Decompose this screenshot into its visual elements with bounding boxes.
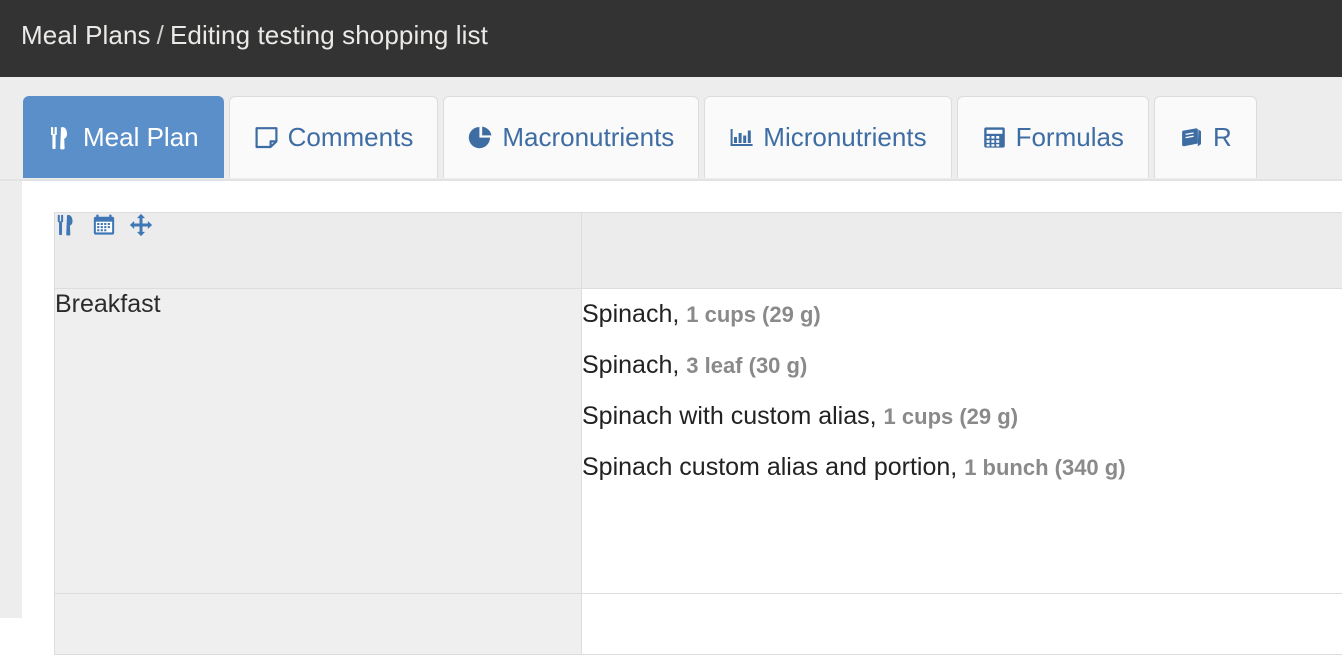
tab-label: Meal Plan xyxy=(83,122,199,153)
breadcrumb-separator: / xyxy=(151,20,170,50)
tab-list: Meal Plan Comments Macronutrients xyxy=(23,96,1262,178)
calendar-icon[interactable] xyxy=(92,213,116,237)
tab-bar: Meal Plan Comments Macronutrients xyxy=(0,77,1342,181)
list-item[interactable]: Spinach, 3 leaf (30 g) xyxy=(582,340,1342,391)
meal-column-header xyxy=(55,213,582,289)
bar-chart-icon xyxy=(729,125,754,150)
table-row: Breakfast Spinach, 1 cups (29 g) Spinach… xyxy=(55,289,1342,594)
meal-foods-cell[interactable]: Spinach, 1 cups (29 g) Spinach, 3 leaf (… xyxy=(582,289,1342,594)
tab-label: Micronutrients xyxy=(763,122,926,153)
food-quantity: 1 bunch (340 g) xyxy=(964,455,1125,480)
tab-meal-plan[interactable]: Meal Plan xyxy=(23,96,224,178)
utensils-icon[interactable] xyxy=(55,213,79,237)
header-icon-group xyxy=(55,213,581,237)
meal-plan-table: Breakfast Spinach, 1 cups (29 g) Spinach… xyxy=(54,212,1342,655)
meal-name-cell[interactable] xyxy=(55,594,582,655)
page-content: Breakfast Spinach, 1 cups (29 g) Spinach… xyxy=(0,181,1342,618)
food-name: Spinach, xyxy=(582,300,679,328)
utensils-icon xyxy=(48,125,74,151)
food-name: Spinach, xyxy=(582,351,679,379)
list-item[interactable]: Spinach with custom alias, 1 cups (29 g) xyxy=(582,391,1342,442)
table-row xyxy=(55,594,1342,655)
meal-plan-table-body: Breakfast Spinach, 1 cups (29 g) Spinach… xyxy=(55,289,1342,655)
tab-label: R xyxy=(1213,122,1232,153)
sticky-note-icon xyxy=(254,125,279,150)
food-quantity: 1 cups (29 g) xyxy=(884,404,1018,429)
calculator-icon xyxy=(982,125,1007,150)
breadcrumb-current-page: Editing testing shopping list xyxy=(170,20,488,50)
tab-micronutrients[interactable]: Micronutrients xyxy=(704,96,951,178)
list-item[interactable]: Spinach, 1 cups (29 g) xyxy=(582,289,1342,340)
food-name: Spinach with custom alias, xyxy=(582,402,877,430)
tab-formulas[interactable]: Formulas xyxy=(957,96,1149,178)
tab-label: Formulas xyxy=(1016,122,1124,153)
food-quantity: 1 cups (29 g) xyxy=(686,302,820,327)
top-header-bar: Meal Plans/Editing testing shopping list xyxy=(0,0,1342,77)
meal-plan-table-head xyxy=(55,213,1342,289)
list-item[interactable]: Spinach custom alias and portion, 1 bunc… xyxy=(582,442,1342,493)
breadcrumb-root-link[interactable]: Meal Plans xyxy=(21,20,151,50)
tab-label: Comments xyxy=(288,122,414,153)
food-name: Spinach custom alias and portion, xyxy=(582,453,957,481)
book-icon xyxy=(1179,125,1204,150)
pie-chart-icon xyxy=(468,125,493,150)
page-left-gutter xyxy=(0,181,22,618)
meal-name-label: Breakfast xyxy=(55,289,581,319)
food-quantity: 3 leaf (30 g) xyxy=(686,353,807,378)
foods-column-header xyxy=(582,213,1342,289)
breadcrumb: Meal Plans/Editing testing shopping list xyxy=(21,20,488,51)
tab-label: Macronutrients xyxy=(502,122,674,153)
tab-macronutrients[interactable]: Macronutrients xyxy=(443,96,699,178)
meal-foods-cell[interactable] xyxy=(582,594,1342,655)
move-arrows-icon[interactable] xyxy=(129,213,153,237)
meal-name-cell[interactable]: Breakfast xyxy=(55,289,582,594)
tab-recipes[interactable]: R xyxy=(1154,96,1257,178)
table-header-row xyxy=(55,213,1342,289)
tab-comments[interactable]: Comments xyxy=(229,96,439,178)
